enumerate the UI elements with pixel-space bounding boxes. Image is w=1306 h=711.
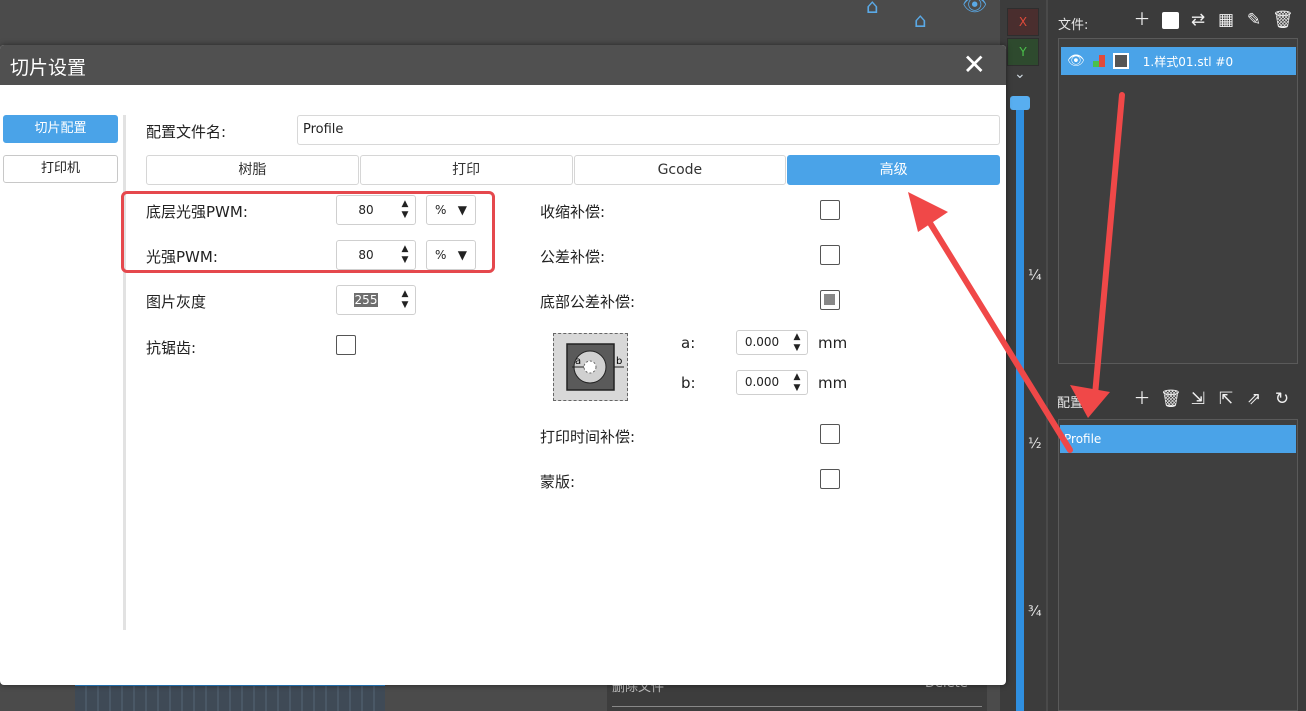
tab-advanced[interactable]: 高级 xyxy=(787,155,1000,185)
spin-arrows-icon[interactable]: ▲ ▼ xyxy=(399,289,411,311)
tab-print[interactable]: 打印 xyxy=(359,155,573,185)
refresh-icon[interactable]: ↻ xyxy=(1272,389,1292,409)
diagram-a-label: a xyxy=(575,356,581,367)
print-time-label: 打印时间补偿: xyxy=(540,428,636,446)
spin-arrows-icon[interactable]: ▲ ▼ xyxy=(791,332,803,354)
b-value: 0.000 xyxy=(744,375,780,389)
share-icon[interactable]: ⇗ xyxy=(1244,389,1264,409)
a-spinbox[interactable]: 0.000 ▲ ▼ xyxy=(736,330,808,355)
axis-x-button[interactable]: X xyxy=(1007,8,1039,36)
file-name: 1.样式01.stl #0 xyxy=(1142,54,1234,69)
swap-icon[interactable]: ⇄ xyxy=(1188,10,1208,30)
chevron-down-icon[interactable]: ⌄ xyxy=(1014,66,1026,82)
import-icon[interactable]: ⇲ xyxy=(1188,389,1208,409)
tab-gcode[interactable]: Gcode xyxy=(573,155,787,185)
config-toolbar: ＋ 🗑 ⇲ ⇱ ⇗ ↻ xyxy=(1132,389,1292,409)
home-view-icon[interactable]: ⌂ xyxy=(914,8,927,32)
divider xyxy=(612,706,982,707)
bottom-tolerance-checkbox[interactable] xyxy=(820,290,840,310)
eye-icon[interactable]: 👁 xyxy=(1067,53,1085,69)
tolerance-checkbox[interactable] xyxy=(820,245,840,265)
grid-icon[interactable]: ▦ xyxy=(1216,10,1236,30)
layer-slider-handle[interactable] xyxy=(1010,96,1030,110)
profile-list: Profile xyxy=(1058,419,1298,711)
mask-label: 蒙版: xyxy=(540,473,576,491)
tolerance-diagram-icon: a b xyxy=(566,343,624,391)
print-time-checkbox[interactable] xyxy=(820,424,840,444)
tab-bar: 树脂 打印 Gcode 高级 xyxy=(146,155,1000,185)
edit-icon[interactable]: ✎ xyxy=(1244,10,1264,30)
bottom-tolerance-label: 底部公差补偿: xyxy=(540,293,636,311)
spin-arrows-icon[interactable]: ▲ ▼ xyxy=(791,372,803,394)
antialias-checkbox[interactable] xyxy=(336,335,356,355)
axis-strip: X Y ⌄ ¼ ½ ¾ xyxy=(1000,0,1046,711)
shrink-label: 收缩补偿: xyxy=(540,203,606,221)
add-icon[interactable]: ＋ xyxy=(1132,10,1152,30)
trash-icon[interactable]: 🗑 xyxy=(1272,10,1294,30)
b-label: b: xyxy=(681,374,696,392)
profile-name-label: 配置文件名: xyxy=(146,123,227,141)
b-unit: mm xyxy=(818,374,848,392)
dialog-title: 切片设置 xyxy=(10,57,87,79)
sidebar-item-printer[interactable]: 打印机 xyxy=(3,155,118,183)
model-icon xyxy=(1092,55,1105,67)
config-label: 配置 xyxy=(1057,396,1084,411)
antialias-label: 抗锯齿: xyxy=(146,339,197,357)
add-config-icon[interactable]: ＋ xyxy=(1132,389,1152,409)
profile-item[interactable]: Profile xyxy=(1060,425,1296,453)
b-spinbox[interactable]: 0.000 ▲ ▼ xyxy=(736,370,808,395)
eye-icon[interactable]: 👁 xyxy=(962,0,987,16)
slice-settings-dialog: 切片设置 ✕ 切片配置 打印机 配置文件名: Profile 树脂 打印 Gco… xyxy=(0,45,1006,685)
tolerance-label: 公差补偿: xyxy=(540,248,606,266)
diagram-b-label: b xyxy=(616,356,622,367)
tick-three-quarter: ¾ xyxy=(1028,604,1042,620)
sidebar-item-slice-config[interactable]: 切片配置 xyxy=(3,115,118,143)
gray-spinbox[interactable]: 255 ▲ ▼ xyxy=(336,285,416,315)
files-label: 文件: xyxy=(1058,18,1089,33)
tolerance-diagram: a b xyxy=(553,333,628,401)
file-toolbar: ＋ ⇄ ▦ ✎ 🗑 xyxy=(1132,10,1294,30)
a-label: a: xyxy=(681,334,696,352)
gray-label: 图片灰度 xyxy=(146,293,207,311)
a-value: 0.000 xyxy=(744,335,780,349)
file-checkbox[interactable] xyxy=(1112,53,1129,69)
a-unit: mm xyxy=(818,334,848,352)
profile-name-input[interactable]: Profile xyxy=(297,115,1000,145)
close-icon[interactable]: ✕ xyxy=(963,49,986,81)
file-item[interactable]: 👁 1.样式01.stl #0 xyxy=(1061,47,1296,75)
tick-quarter: ¼ xyxy=(1028,268,1042,284)
file-list: 👁 1.样式01.stl #0 xyxy=(1058,38,1298,364)
home-icon[interactable]: ⌂ xyxy=(866,0,879,18)
layer-slider-track[interactable] xyxy=(1016,100,1024,711)
select-all-icon[interactable] xyxy=(1160,10,1180,30)
tick-half: ½ xyxy=(1028,436,1042,452)
highlight-box xyxy=(121,191,495,273)
mask-checkbox[interactable] xyxy=(820,469,840,489)
axis-y-button[interactable]: Y xyxy=(1007,38,1039,66)
right-panel: 文件: ＋ ⇄ ▦ ✎ 🗑 👁 1.样式01.stl #0 配置 ＋ 🗑 ⇲ ⇱… xyxy=(1048,0,1306,711)
gray-value: 255 xyxy=(353,293,379,307)
dialog-header: 切片设置 ✕ xyxy=(0,45,1006,85)
export-icon[interactable]: ⇱ xyxy=(1216,389,1236,409)
tab-resin[interactable]: 树脂 xyxy=(146,155,359,185)
shrink-checkbox[interactable] xyxy=(820,200,840,220)
delete-config-icon[interactable]: 🗑 xyxy=(1160,389,1182,409)
build-plate xyxy=(75,684,385,711)
